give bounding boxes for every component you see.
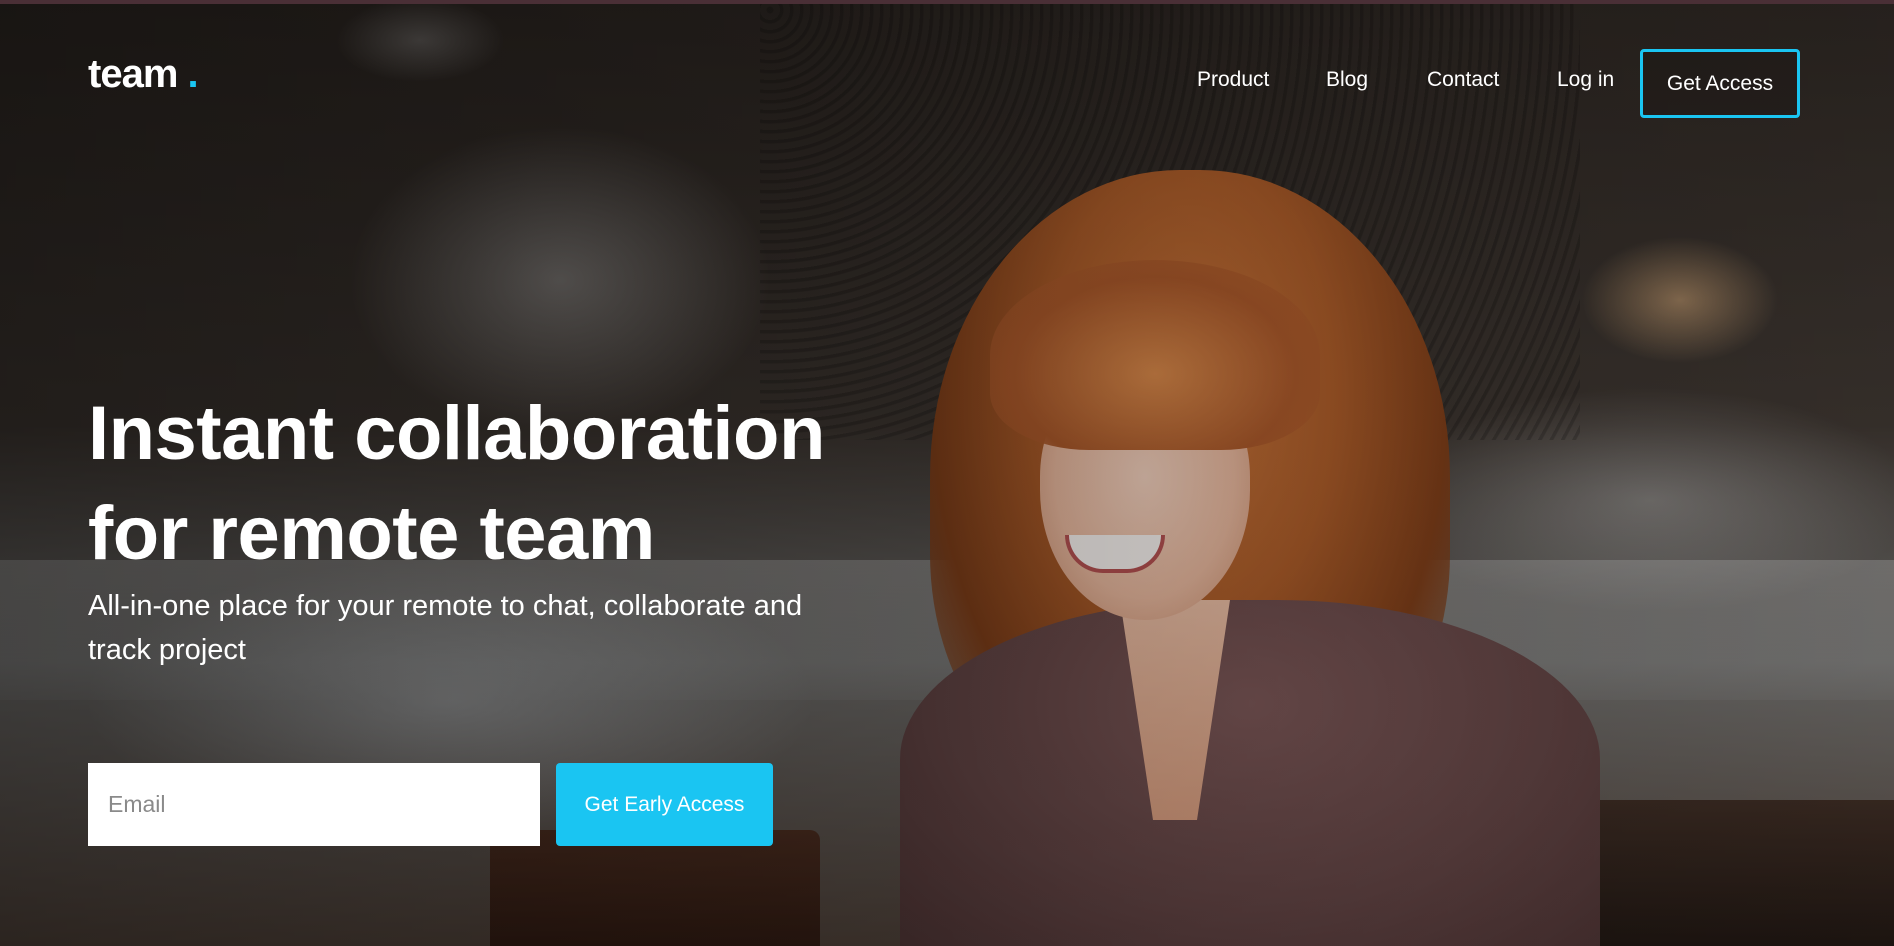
get-access-button[interactable]: Get Access: [1640, 49, 1800, 118]
nav-link-product[interactable]: Product: [1197, 68, 1269, 92]
nav-link-login[interactable]: Log in: [1557, 68, 1614, 92]
hero-headline-line1: Instant collaboration: [88, 391, 825, 476]
email-input[interactable]: [88, 763, 540, 846]
hero-headline-line2: for remote team: [88, 491, 655, 576]
hero-section: team . Product Blog Contact Log in Get A…: [0, 0, 1894, 946]
hero-headline: Instant collaboration for remote team: [88, 384, 908, 584]
brand-name: team: [88, 52, 178, 96]
brand-logo[interactable]: team .: [88, 52, 199, 97]
top-border: [0, 0, 1894, 4]
nav-link-contact[interactable]: Contact: [1427, 68, 1499, 92]
hero-subheadline: All-in-one place for your remote to chat…: [88, 590, 803, 666]
get-early-access-button[interactable]: Get Early Access: [556, 763, 773, 846]
nav-link-blog[interactable]: Blog: [1326, 68, 1368, 92]
brand-dot: .: [187, 52, 199, 96]
